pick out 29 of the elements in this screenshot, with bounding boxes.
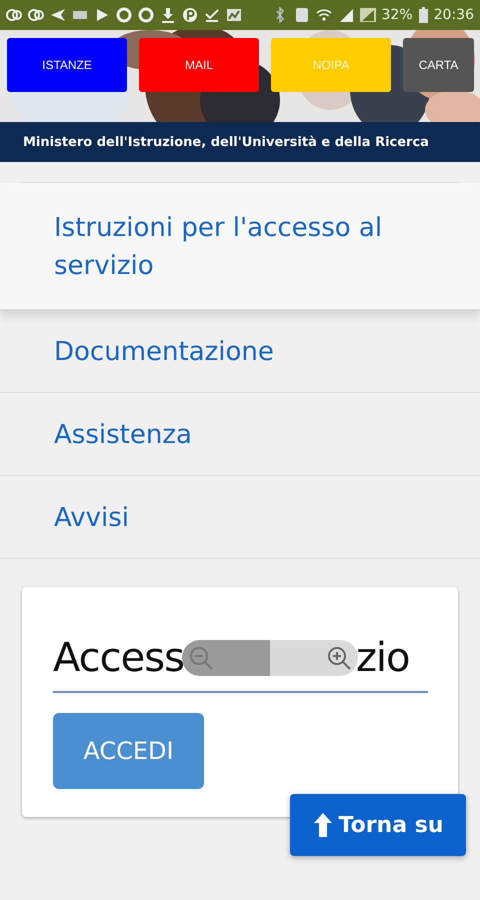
ministry-bar: Ministero dell'Istruzione, dell'Università e della Ricerca <box>0 122 480 162</box>
signal-icon <box>338 7 354 23</box>
download-icon <box>160 7 176 23</box>
play-icon <box>94 7 110 23</box>
clock: 20:36 <box>434 7 474 23</box>
menu-link[interactable]: Assistenza <box>0 393 480 476</box>
menu-link[interactable]: Documentazione <box>0 310 480 393</box>
card-heading: zio <box>356 635 410 681</box>
menu-link[interactable]: Istruzioni per l'accesso al servizio <box>0 183 480 310</box>
zoom-control[interactable] <box>182 640 358 676</box>
login-button[interactable]: ACCEDI <box>53 713 204 789</box>
parking-icon <box>182 7 198 23</box>
zoom-in-icon[interactable] <box>326 645 352 671</box>
shortcut-button[interactable]: MAIL <box>139 38 259 92</box>
menu-link[interactable]: Avvisi <box>0 476 480 559</box>
circle-icon <box>138 7 154 23</box>
signal-icon <box>360 7 376 23</box>
battery-icon <box>418 7 428 23</box>
shortcut-button[interactable]: ISTANZE <box>7 38 127 92</box>
arrow-up-icon <box>312 812 332 838</box>
card-heading: Access <box>53 635 184 681</box>
check-icon <box>204 7 220 23</box>
shortcut-button[interactable]: CARTA <box>403 38 474 92</box>
back-to-top-button[interactable]: Torna su <box>290 794 466 856</box>
chart-icon <box>226 7 242 23</box>
send-icon <box>50 7 66 23</box>
circle-icon <box>116 7 132 23</box>
battery-percent: 32% <box>382 7 413 23</box>
wifi-icon <box>316 7 332 23</box>
